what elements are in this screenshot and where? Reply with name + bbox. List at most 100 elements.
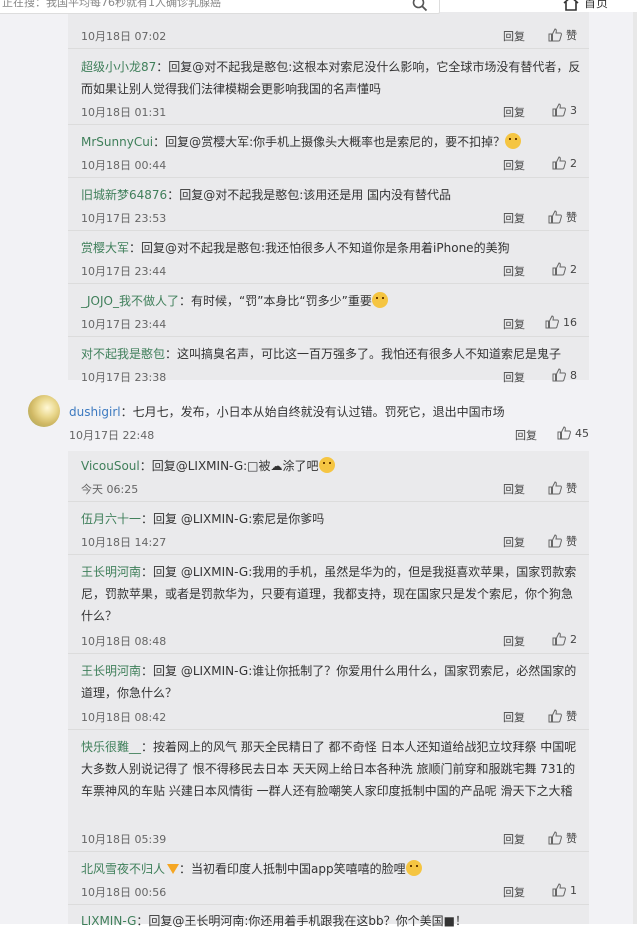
like-button[interactable]: 45 bbox=[557, 426, 589, 440]
reply-button[interactable]: 回复 bbox=[503, 481, 525, 497]
reply-button[interactable]: 回复 bbox=[503, 369, 525, 385]
like-button[interactable]: 3 bbox=[552, 103, 577, 117]
like-count: 赞 bbox=[566, 211, 577, 224]
comment-body: ：回复@赏樱大军:你手机上摄像头大概率也是索尼的，要不扣掉？ bbox=[153, 135, 506, 149]
divider bbox=[68, 230, 589, 231]
comment-user[interactable]: 赏樱大军 bbox=[81, 241, 129, 255]
reply-button[interactable]: 回复 bbox=[503, 210, 525, 226]
comment-body: ：回复@LIXMIN-G:□被☁涂了吧 bbox=[139, 459, 319, 473]
comment-text: LIXMIN-G：回复@王长明河南:你还用着手机跟我在这bb？你个美国■！ bbox=[81, 910, 581, 932]
like-button[interactable]: 赞 bbox=[548, 533, 577, 549]
comment-time: 10月18日 05:39 bbox=[81, 833, 167, 846]
comment-meta: 10月17日 23:53 回复 赞 bbox=[81, 210, 577, 228]
comment-body: ：当初看印度人抵制中国app笑嘻嘻的脸哩 bbox=[179, 862, 406, 876]
reply-button[interactable]: 回复 bbox=[503, 316, 525, 332]
comment-user[interactable]: 北风雪夜不归人 bbox=[81, 862, 165, 876]
comment-time: 10月17日 23:44 bbox=[81, 265, 167, 278]
thumb-up-icon bbox=[557, 426, 571, 440]
home-link[interactable]: 首页 bbox=[562, 0, 608, 11]
comment-user[interactable]: 超级小小龙87 bbox=[81, 60, 156, 74]
divider bbox=[68, 336, 589, 337]
like-count: 赞 bbox=[566, 535, 577, 548]
thumb-up-icon bbox=[552, 262, 566, 276]
comment-user[interactable]: 对不起我是憨包 bbox=[81, 347, 165, 361]
like-count: 1 bbox=[570, 883, 577, 897]
comment-meta: 10月18日 01:31 回复 3 bbox=[81, 103, 577, 122]
avatar[interactable] bbox=[28, 395, 60, 427]
like-button[interactable]: 赞 bbox=[548, 480, 577, 496]
comment-user[interactable]: MrSunnyCui bbox=[81, 135, 153, 149]
comment-user[interactable]: 旧城新梦64876 bbox=[81, 188, 167, 202]
like-count: 8 bbox=[570, 368, 577, 382]
like-button[interactable]: 赞 bbox=[548, 27, 577, 43]
main-comment-body: ：七月七，发布，小日本从始自终就没有认过错。罚死它，退出中国市场 bbox=[120, 405, 505, 419]
reply-button[interactable]: 回复 bbox=[503, 263, 525, 279]
divider bbox=[68, 653, 589, 654]
comment-time: 10月18日 08:42 bbox=[81, 711, 167, 724]
comment-user[interactable]: 伍月六十一 bbox=[81, 512, 141, 526]
divider bbox=[68, 501, 589, 502]
reply-button[interactable]: 回复 bbox=[503, 709, 525, 725]
main-comment-user[interactable]: dushigirl bbox=[69, 405, 121, 419]
comment-body: ：回复@对不起我是憨包:我还怕很多人不知道你是条用着iPhone的美狗 bbox=[129, 241, 510, 255]
comment-time: 10月18日 00:44 bbox=[81, 159, 167, 172]
like-button[interactable]: 2 bbox=[552, 632, 577, 646]
comment-meta: 10月18日 08:42 回复 赞 bbox=[81, 709, 577, 727]
comment-time: 10月17日 22:48 bbox=[69, 429, 155, 442]
comment-user[interactable]: 王长明河南 bbox=[81, 664, 141, 678]
comment-body: ：回复@对不起我是憨包:该用还是用 国内没有替代品 bbox=[167, 188, 452, 202]
comment-meta: 10月17日 23:38 回复 8 bbox=[81, 368, 577, 387]
reply-button[interactable]: 回复 bbox=[503, 104, 525, 120]
comment-body: ：这叫搞臭名声，可比这一百万强多了。我怕还有很多人不知道索尼是鬼子 bbox=[165, 347, 562, 361]
comment-user[interactable]: LIXMIN-G bbox=[81, 914, 136, 928]
comment-text: 对不起我是憨包：这叫搞臭名声，可比这一百万强多了。我怕还有很多人不知道索尼是鬼子 bbox=[81, 343, 581, 365]
reply-button[interactable]: 回复 bbox=[503, 884, 525, 900]
comment-text: VicouSoul：回复@LIXMIN-G:□被☁涂了吧 bbox=[81, 455, 581, 477]
main-comment-meta: 10月17日 22:48 回复 45 bbox=[69, 426, 589, 445]
like-button[interactable]: 8 bbox=[552, 368, 577, 382]
divider bbox=[68, 851, 589, 852]
scrollbar[interactable] bbox=[633, 0, 637, 924]
comment-body: ：回复 @LIXMIN-G:索尼是你爹吗 bbox=[141, 512, 325, 526]
comment-time: 10月18日 01:31 bbox=[81, 106, 167, 119]
like-button[interactable]: 2 bbox=[552, 262, 577, 276]
divider bbox=[68, 904, 589, 905]
reply-button[interactable]: 回复 bbox=[503, 157, 525, 173]
comment-text: 王长明河南：回复 @LIXMIN-G:谁让你抵制了？你爱用什么用什么，国家罚索尼… bbox=[81, 660, 581, 704]
comment-user[interactable]: 王长明河南 bbox=[81, 565, 141, 579]
reply-button[interactable]: 回复 bbox=[503, 831, 525, 847]
comment-text: 赏樱大军：回复@对不起我是憨包:我还怕很多人不知道你是条用着iPhone的美狗 bbox=[81, 237, 581, 259]
comment-meta: 10月17日 23:44 回复 2 bbox=[81, 262, 577, 281]
thumb-up-icon bbox=[548, 481, 562, 495]
thumb-up-icon bbox=[552, 883, 566, 897]
like-button[interactable]: 16 bbox=[545, 315, 577, 329]
emoji-icon bbox=[505, 133, 522, 149]
like-button[interactable]: 赞 bbox=[548, 209, 577, 225]
search-placeholder: 正在搜：我国平均每76秒就有1人确诊乳腺癌 bbox=[2, 0, 221, 9]
comment-user[interactable]: 快乐很難__ bbox=[81, 740, 141, 754]
comment-text: _JOJO_我不做人了：有时候，“罚”本身比“罚多少”重要 bbox=[81, 290, 581, 312]
divider bbox=[68, 177, 589, 178]
divider bbox=[68, 124, 589, 125]
thumb-up-icon bbox=[548, 831, 562, 845]
reply-button[interactable]: 回复 bbox=[503, 28, 525, 44]
like-button[interactable]: 2 bbox=[552, 156, 577, 170]
reply-button[interactable]: 回复 bbox=[503, 633, 525, 649]
divider bbox=[68, 554, 589, 555]
reply-button[interactable]: 回复 bbox=[503, 534, 525, 550]
comment-text: 超级小小龙87：回复@对不起我是憨包:这根本对索尼没什么影响，它全球市场没有替代… bbox=[81, 56, 581, 100]
main-comment-text: dushigirl：七月七，发布，小日本从始自终就没有认过错。罚死它，退出中国市… bbox=[69, 401, 589, 423]
like-button[interactable]: 1 bbox=[552, 883, 577, 897]
reply-button[interactable]: 回复 bbox=[515, 427, 537, 443]
thumb-up-icon bbox=[548, 210, 562, 224]
comment-body: ：有时候，“罚”本身比“罚多少”重要 bbox=[178, 294, 372, 308]
comment-user[interactable]: VicouSoul bbox=[81, 459, 140, 473]
like-button[interactable]: 赞 bbox=[548, 830, 577, 846]
like-button[interactable]: 赞 bbox=[548, 708, 577, 724]
top-search-bar: 正在搜：我国平均每76秒就有1人确诊乳腺癌 首页 bbox=[0, 0, 637, 14]
comment-user[interactable]: _JOJO_我不做人了 bbox=[81, 294, 179, 308]
like-count: 45 bbox=[575, 426, 589, 440]
comment-text: MrSunnyCui：回复@赏樱大军:你手机上摄像头大概率也是索尼的，要不扣掉？ bbox=[81, 131, 581, 153]
comment-body: ：按着网上的风气 那天全民精日了 都不奇怪 日本人还知道给战犯立坟拜祭 中国呢 … bbox=[81, 740, 577, 798]
emoji-icon bbox=[405, 860, 422, 876]
